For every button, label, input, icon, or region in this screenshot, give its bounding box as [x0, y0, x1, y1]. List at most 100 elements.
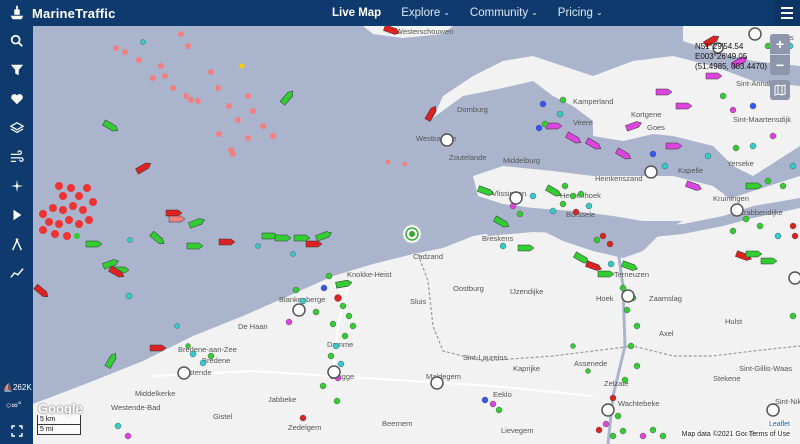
vessel-dot[interactable]	[299, 297, 307, 305]
vessel-dot[interactable]	[623, 306, 631, 314]
vessel-arrow[interactable]	[675, 102, 693, 110]
vessel-dot[interactable]	[569, 192, 577, 200]
vessel-dot[interactable]	[621, 376, 629, 384]
vessel-dot[interactable]	[489, 400, 497, 408]
zoom-out-button[interactable]: −	[770, 55, 790, 75]
hamburger-menu-button[interactable]	[774, 0, 800, 26]
vessel-dot[interactable]	[333, 397, 341, 405]
fullscreen-button[interactable]	[0, 418, 33, 444]
vessel-dot[interactable]	[764, 177, 772, 185]
vessel-dot[interactable]	[593, 236, 601, 244]
vessel-arrow[interactable]	[274, 234, 292, 242]
vessel-dot[interactable]	[327, 352, 335, 360]
vessel-arrow[interactable]	[665, 142, 683, 150]
vessel-arrow[interactable]	[149, 344, 167, 352]
vessel-dot[interactable]	[349, 322, 357, 330]
terms-link[interactable]: Terms of Use	[746, 431, 792, 438]
vessel-dot[interactable]	[749, 102, 757, 110]
vessel-dot[interactable]	[334, 294, 342, 302]
vessel-dot[interactable]	[185, 343, 191, 349]
density-button[interactable]	[0, 171, 33, 200]
vessel-arrow[interactable]	[85, 240, 103, 248]
layers-button[interactable]	[0, 113, 33, 142]
vessel-dot[interactable]	[556, 110, 564, 118]
vessel-dot[interactable]	[337, 360, 345, 368]
legend-toggle[interactable]: ○∞°	[6, 400, 21, 410]
vessel-arrow[interactable]	[745, 182, 763, 190]
vessel-dot[interactable]	[619, 427, 627, 435]
weather-button[interactable]	[0, 142, 33, 171]
vessel-dot[interactable]	[189, 350, 197, 358]
vessel-arrow[interactable]	[705, 72, 723, 80]
vessel-dot[interactable]	[499, 242, 507, 250]
vessel-dot[interactable]	[290, 251, 296, 257]
nav-pricing[interactable]: Pricing ⌄	[548, 0, 613, 26]
vessel-dot[interactable]	[285, 318, 293, 326]
vessel-dot[interactable]	[339, 302, 347, 310]
vessel-dot[interactable]	[529, 192, 537, 200]
vessel-dot[interactable]	[704, 152, 712, 160]
vessel-arrow[interactable]	[218, 238, 236, 246]
vessel-arrow[interactable]	[517, 244, 535, 252]
vessel-dot[interactable]	[539, 100, 547, 108]
vessel-arrow[interactable]	[168, 215, 186, 223]
vessel-dot[interactable]	[749, 142, 757, 150]
vessel-dot[interactable]	[649, 426, 657, 434]
vessel-arrow[interactable]	[545, 122, 563, 130]
analytics-button[interactable]	[0, 258, 33, 287]
vessel-dot[interactable]	[627, 342, 635, 350]
vessel-dot[interactable]	[609, 394, 617, 402]
vessel-dot[interactable]	[549, 207, 557, 215]
vessel-dot[interactable]	[595, 426, 603, 434]
vessel-dot[interactable]	[319, 382, 327, 390]
vessel-dot[interactable]	[791, 232, 799, 240]
vessel-dot[interactable]	[742, 215, 750, 223]
my-fleet-button[interactable]	[0, 84, 33, 113]
vessel-dot[interactable]	[320, 284, 328, 292]
vessel-dot[interactable]	[481, 396, 489, 404]
vessel-dot[interactable]	[607, 260, 615, 268]
vessel-dot[interactable]	[114, 422, 122, 430]
vessel-dot[interactable]	[789, 312, 797, 320]
vessel-dot[interactable]	[207, 352, 215, 360]
search-button[interactable]	[0, 26, 33, 55]
vessel-dot[interactable]	[602, 420, 610, 428]
vessel-dot[interactable]	[633, 362, 641, 370]
vessel-dot[interactable]	[577, 190, 585, 198]
vessel-dot[interactable]	[559, 200, 567, 208]
vessel-dot[interactable]	[661, 162, 669, 170]
vessel-arrow[interactable]	[745, 250, 763, 258]
vessel-dot[interactable]	[639, 432, 647, 440]
vessel-dot[interactable]	[292, 286, 300, 294]
vessel-dot[interactable]	[140, 39, 146, 45]
nav-community[interactable]: Community ⌄	[460, 0, 548, 26]
vessel-arrow[interactable]	[165, 209, 183, 217]
leaflet-link[interactable]: Leaflet	[766, 421, 792, 428]
vessel-dot[interactable]	[127, 237, 133, 243]
vessel-dot[interactable]	[174, 323, 180, 329]
map-canvas[interactable]: Westerschouwen Kamperland Veere Kortgene Sin…	[33, 26, 800, 444]
vessel-arrow[interactable]	[597, 270, 615, 278]
vessel-arrow[interactable]	[760, 257, 778, 265]
map-type-button[interactable]	[770, 80, 790, 100]
vessel-dot[interactable]	[341, 332, 349, 340]
vessel-dot[interactable]	[312, 308, 320, 316]
zoom-in-button[interactable]: +	[770, 34, 790, 54]
vessel-dot[interactable]	[325, 272, 333, 280]
vessel-dot[interactable]	[599, 232, 607, 240]
vessel-arrow[interactable]	[655, 88, 673, 96]
vessel-dot[interactable]	[729, 227, 737, 235]
playback-button[interactable]	[0, 200, 33, 229]
vessel-dot[interactable]	[779, 182, 787, 190]
vessel-dot[interactable]	[585, 368, 591, 374]
vessel-dot[interactable]	[769, 132, 777, 140]
vessel-dot[interactable]	[329, 320, 337, 328]
vessel-dot[interactable]	[756, 222, 764, 230]
nav-explore[interactable]: Explore ⌄	[391, 0, 460, 26]
vessel-dot[interactable]	[606, 240, 614, 248]
vessel-dot[interactable]	[559, 96, 567, 104]
vessel-dot[interactable]	[649, 150, 657, 158]
vessel-arrow[interactable]	[305, 240, 323, 248]
vessel-dot[interactable]	[124, 432, 132, 440]
vessel-dot[interactable]	[774, 232, 782, 240]
